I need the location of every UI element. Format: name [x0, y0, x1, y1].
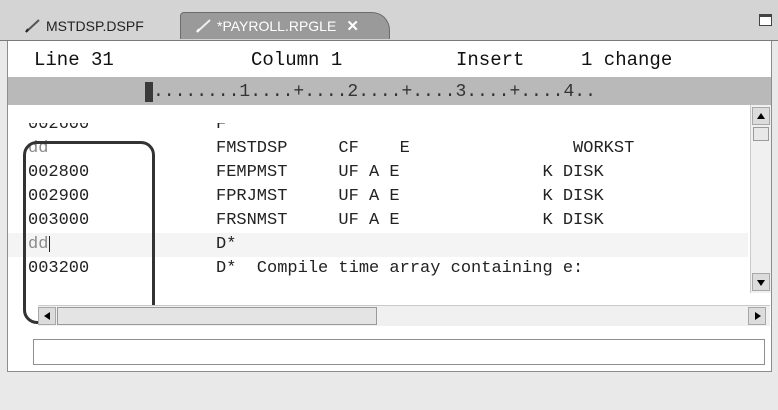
change-count: 1 change — [581, 49, 673, 71]
tab-mstdsp-dspf[interactable]: MSTDSP.DSPF — [12, 12, 172, 39]
scroll-right-arrow-icon[interactable] — [748, 307, 766, 325]
command-input[interactable] — [33, 339, 765, 365]
ruler-cursor — [145, 82, 153, 102]
source-text[interactable]: FEMPMST UF A E K DISK — [216, 163, 604, 182]
pencil-icon — [25, 18, 40, 33]
tab-label: MSTDSP.DSPF — [46, 17, 144, 34]
editor-tab-bar: MSTDSP.DSPF *PAYROLL.RPGLE ✕ — [0, 0, 778, 41]
column-indicator: Column 1 — [251, 49, 343, 71]
source-line[interactable]: 002600 F********************************… — [8, 113, 748, 137]
scroll-up-arrow-icon[interactable] — [752, 107, 770, 125]
sequence-number[interactable]: 002600 — [28, 123, 89, 134]
line-indicator: Line 31 — [34, 49, 114, 71]
scroll-left-arrow-icon[interactable] — [38, 307, 56, 325]
pencil-icon — [196, 19, 211, 33]
scroll-down-arrow-icon[interactable] — [752, 273, 770, 291]
horizontal-scrollbar[interactable] — [38, 305, 770, 326]
column-ruler: ........1....+....2....+....3....+....4.… — [8, 77, 771, 105]
source-text[interactable]: F************************************ — [216, 123, 593, 134]
tab-payroll-rpgle[interactable]: *PAYROLL.RPGLE ✕ — [180, 12, 390, 39]
mode-indicator: Insert — [456, 49, 525, 71]
source-text[interactable]: FPRJMST UF A E K DISK — [216, 187, 604, 206]
vertical-scroll-thumb[interactable] — [753, 127, 769, 141]
editor-status-line: Line 31 Column 1 Insert 1 change — [8, 41, 771, 77]
tab-label: *PAYROLL.RPGLE — [217, 18, 337, 34]
source-editor[interactable]: Line 31 Column 1 Insert 1 change .......… — [7, 41, 772, 372]
vertical-scrollbar[interactable] — [750, 105, 771, 293]
sequence-area-highlight — [23, 141, 155, 324]
maximize-icon[interactable] — [759, 14, 772, 26]
source-text[interactable]: D* — [216, 235, 236, 254]
source-text[interactable]: FRSNMST UF A E K DISK — [216, 211, 604, 230]
horizontal-scroll-thumb[interactable] — [57, 307, 377, 325]
source-text[interactable]: D* Compile time array containing e: — [216, 259, 583, 278]
source-text[interactable]: FMSTDSP CF E WORKST — [216, 139, 634, 158]
close-icon[interactable]: ✕ — [346, 17, 359, 35]
ruler-text: ........1....+....2....+....3....+....4.… — [153, 82, 596, 102]
